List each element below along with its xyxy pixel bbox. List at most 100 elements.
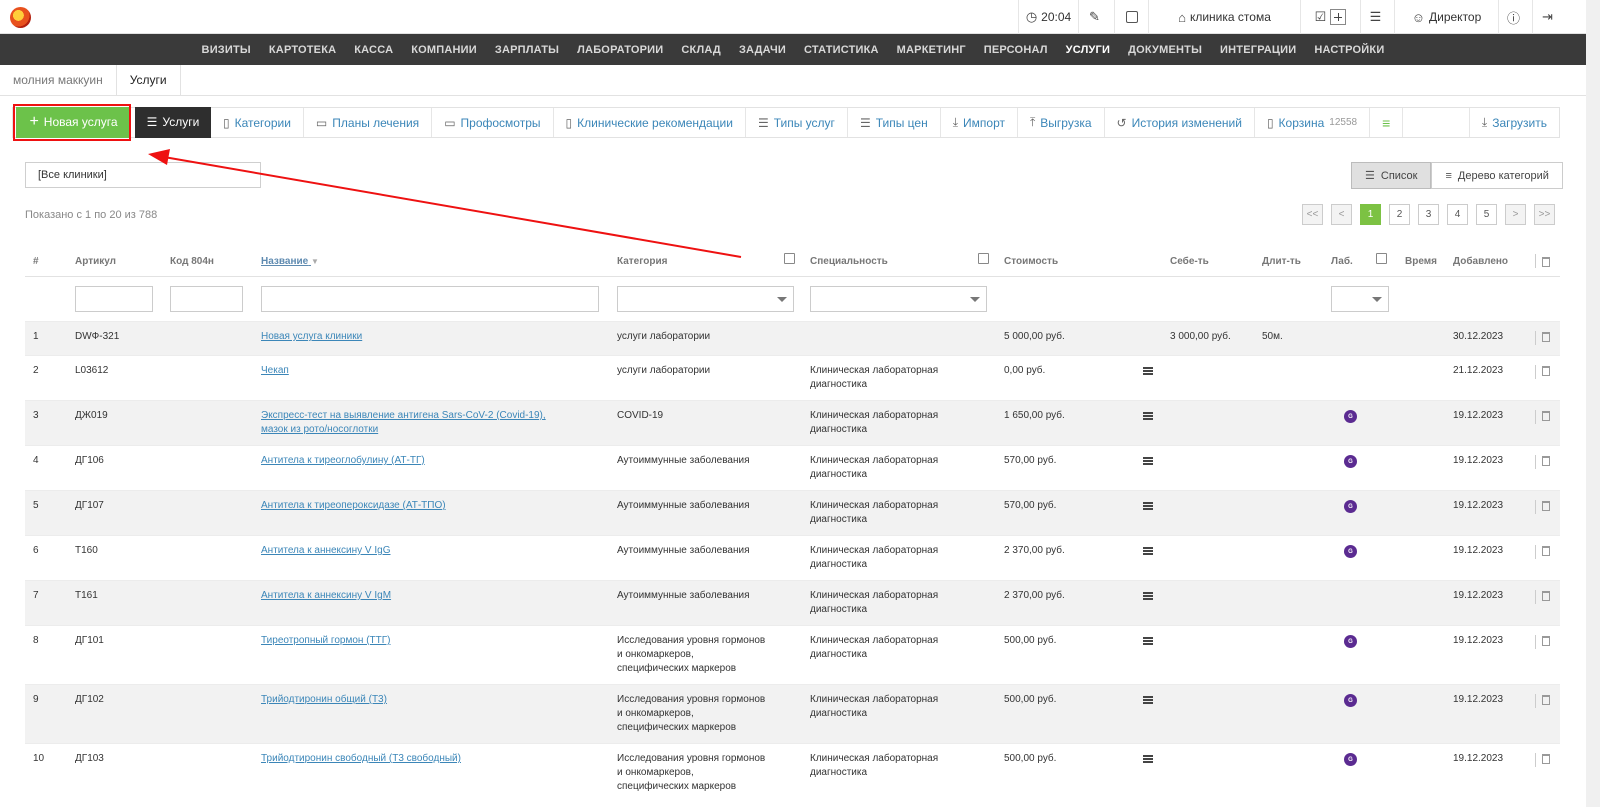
price-list-icon[interactable]	[1143, 367, 1153, 375]
breadcrumb-parent[interactable]: молния маккуин	[0, 65, 116, 96]
price-list-icon[interactable]	[1143, 637, 1153, 645]
page-2-button[interactable]: 2	[1389, 204, 1410, 225]
header-specialty[interactable]: Специальность	[810, 256, 888, 267]
menu-item[interactable]: ЛАБОРАТОРИИ	[577, 44, 663, 56]
download-link[interactable]: ⤓ Загрузить	[1468, 108, 1559, 137]
toolbar-link[interactable]: ↺ История изменений	[1105, 108, 1255, 137]
logout-button[interactable]: ⇥	[1532, 0, 1566, 34]
page-1-button[interactable]: 1	[1360, 204, 1381, 225]
lab-badge-icon[interactable]: G	[1344, 635, 1357, 648]
menu-item[interactable]: КОМПАНИИ	[411, 44, 477, 56]
price-list-icon[interactable]	[1143, 755, 1153, 763]
view-tree-button[interactable]: ≡ Дерево категорий	[1431, 162, 1563, 189]
basket-link[interactable]: ▯ Корзина 12558	[1255, 108, 1371, 137]
list-button[interactable]: ☰	[1360, 0, 1394, 34]
header-added[interactable]: Добавлено	[1453, 256, 1508, 267]
category-filter-select[interactable]	[617, 286, 794, 312]
sticky-note-button[interactable]	[1114, 0, 1148, 34]
menu-item[interactable]: ВИЗИТЫ	[202, 44, 251, 56]
specialty-filter-select[interactable]	[810, 286, 987, 312]
page-3-button[interactable]: 3	[1418, 204, 1439, 225]
toolbar-link[interactable]: ▯ Категории	[211, 108, 304, 137]
app-logo[interactable]	[10, 7, 31, 28]
delete-icon[interactable]	[1542, 546, 1550, 556]
lab-badge-icon[interactable]: G	[1344, 500, 1357, 513]
menu-item[interactable]: ПЕРСОНАЛ	[984, 44, 1048, 56]
toolbar-link[interactable]: ☰ Типы цен	[848, 108, 941, 137]
price-list-icon[interactable]	[1143, 592, 1153, 600]
lab-filter-select[interactable]	[1331, 286, 1389, 312]
price-list-icon[interactable]	[1143, 696, 1153, 704]
service-name-link[interactable]: Антитела к аннексину V IgG	[261, 544, 391, 558]
service-name-link[interactable]: Антитела к тиреоглобулину (АТ-ТГ)	[261, 454, 425, 468]
toolbar-link[interactable]: ▯ Клинические рекомендации	[554, 108, 746, 137]
service-name-link[interactable]: Трийодтиронин общий (Т3)	[261, 693, 387, 707]
clinic-switch[interactable]: ⌂ клиника стома	[1148, 0, 1300, 34]
delete-icon[interactable]	[1542, 754, 1550, 764]
menu-item[interactable]: НАСТРОЙКИ	[1314, 44, 1384, 56]
toolbar-link[interactable]: ⤓ Импорт	[941, 108, 1018, 137]
menu-item[interactable]: СТАТИСТИКА	[804, 44, 879, 56]
menu-item[interactable]: ДОКУМЕНТЫ	[1128, 44, 1202, 56]
delete-icon[interactable]	[1542, 332, 1550, 342]
price-list-icon[interactable]	[1143, 502, 1153, 510]
menu-item[interactable]: ЗАДАЧИ	[739, 44, 786, 56]
menu-item[interactable]: МАРКЕТИНГ	[897, 44, 966, 56]
header-category[interactable]: Категория	[617, 256, 667, 267]
service-name-link[interactable]: Антитела к аннексину V IgM	[261, 589, 391, 603]
page-5-button[interactable]: 5	[1476, 204, 1497, 225]
help-button[interactable]: ⓘ	[1498, 0, 1532, 34]
menu-item[interactable]: УСЛУГИ	[1066, 44, 1110, 56]
price-list-icon[interactable]	[1143, 547, 1153, 555]
lab-badge-icon[interactable]: G	[1344, 694, 1357, 707]
page-nav-button[interactable]: <<	[1302, 204, 1323, 225]
header-cost[interactable]: Стоимость	[1004, 256, 1058, 267]
menu-item[interactable]: ЗАРПЛАТЫ	[495, 44, 559, 56]
header-duration[interactable]: Длит-ть	[1262, 256, 1301, 267]
menu-toggle-button[interactable]: ≡	[1370, 108, 1404, 137]
service-name-link[interactable]: Трийодтиронин свободный (Т3 свободный)	[261, 752, 461, 766]
header-lab[interactable]: Лаб.	[1331, 256, 1353, 267]
notes-button[interactable]: ✎	[1078, 0, 1114, 34]
page-nav-button[interactable]: <	[1331, 204, 1352, 225]
edit-category-icon[interactable]	[784, 253, 795, 264]
service-name-link[interactable]: мазок из рото/носоглотки	[261, 423, 546, 437]
edit-lab-icon[interactable]	[1376, 253, 1387, 264]
service-name-link[interactable]: Чекап	[261, 364, 289, 378]
page-nav-button[interactable]: >	[1505, 204, 1526, 225]
delete-icon[interactable]	[1542, 411, 1550, 421]
lab-badge-icon[interactable]: G	[1344, 545, 1357, 558]
header-code[interactable]: Код 804н	[170, 256, 214, 267]
lab-badge-icon[interactable]: G	[1344, 753, 1357, 766]
services-tab[interactable]: ☰ Услуги	[135, 106, 211, 138]
name-filter-input[interactable]	[261, 286, 599, 312]
header-time[interactable]: Время	[1405, 256, 1437, 267]
toolbar-link[interactable]: ☰ Типы услуг	[746, 108, 848, 137]
lab-badge-icon[interactable]: G	[1344, 455, 1357, 468]
lab-badge-icon[interactable]: G	[1344, 410, 1357, 423]
menu-item[interactable]: СКЛАД	[681, 44, 721, 56]
toolbar-link[interactable]: ▭ Планы лечения	[304, 108, 433, 137]
trash-icon[interactable]	[1542, 257, 1550, 267]
header-selfcost[interactable]: Себе-ть	[1170, 256, 1209, 267]
header-name[interactable]: Название ▼	[261, 256, 319, 267]
delete-icon[interactable]	[1542, 456, 1550, 466]
menu-item[interactable]: ИНТЕГРАЦИИ	[1220, 44, 1296, 56]
code-filter-input[interactable]	[170, 286, 243, 312]
toolbar-link[interactable]: ▭ Профосмотры	[432, 108, 554, 137]
header-article[interactable]: Артикул	[75, 256, 116, 267]
article-filter-input[interactable]	[75, 286, 153, 312]
delete-icon[interactable]	[1542, 695, 1550, 705]
delete-icon[interactable]	[1542, 501, 1550, 511]
service-name-link[interactable]: Тиреотропный гормон (ТТГ)	[261, 634, 391, 648]
service-name-link[interactable]: Новая услуга клиники	[261, 330, 362, 344]
delete-icon[interactable]	[1542, 636, 1550, 646]
service-name-link[interactable]: Экспресс-тест на выявление антигена Sars…	[261, 409, 546, 423]
menu-item[interactable]: КАССА	[354, 44, 393, 56]
clinic-select[interactable]: [Все клиники]	[25, 162, 261, 188]
delete-icon[interactable]	[1542, 591, 1550, 601]
toolbar-link[interactable]: ⤒ Выгрузка	[1018, 108, 1105, 137]
page-nav-button[interactable]: >>	[1534, 204, 1555, 225]
view-list-button[interactable]: ☰ Список	[1351, 162, 1432, 189]
delete-icon[interactable]	[1542, 366, 1550, 376]
